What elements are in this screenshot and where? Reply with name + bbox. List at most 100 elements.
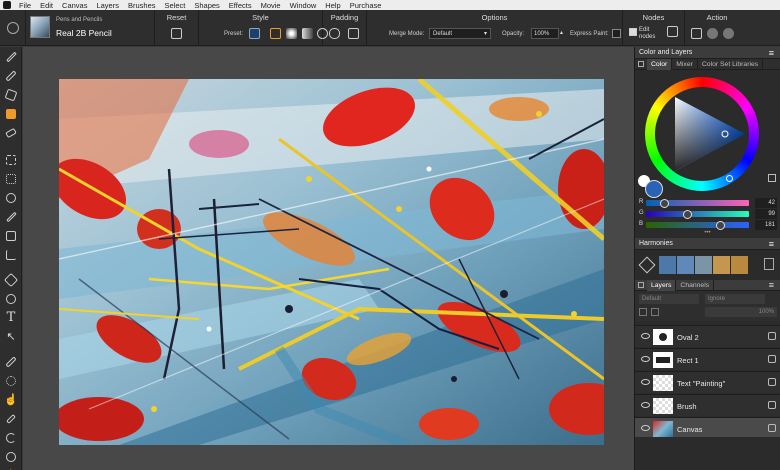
crop-tool[interactable] (0, 245, 22, 264)
layer-lock-icon[interactable] (768, 424, 776, 432)
color-options-icon[interactable] (768, 174, 776, 182)
magic-wand-tool[interactable] (0, 207, 22, 226)
padding-box-icon[interactable] (348, 28, 359, 39)
panel-grip-icon[interactable]: ••• (635, 230, 780, 238)
harmony-swatch[interactable] (713, 256, 731, 274)
menu-purchase[interactable]: Purchase (350, 1, 382, 10)
ignore-select[interactable]: Ignore (705, 294, 765, 304)
express-paint-checkbox[interactable] (612, 29, 621, 38)
save-action-icon[interactable] (691, 28, 702, 39)
layer-row-canvas[interactable]: Canvas (635, 417, 780, 437)
layer-lock-icon[interactable] (768, 401, 776, 409)
shape-tool[interactable] (0, 289, 22, 308)
menu-window[interactable]: Window (290, 1, 317, 10)
opacity-input[interactable]: 100% (531, 28, 559, 39)
slider-green-value[interactable]: 99 (755, 209, 777, 219)
preset-icon[interactable] (249, 28, 260, 39)
menu-edit[interactable]: Edit (40, 1, 53, 10)
tab-layers[interactable]: Layers (647, 279, 677, 291)
lasso-tool[interactable] (0, 188, 22, 207)
menu-file[interactable]: File (19, 1, 31, 10)
layer-lock-icon[interactable] (768, 378, 776, 386)
abstract-painting[interactable] (59, 79, 604, 445)
brush-selector[interactable]: Pens and Pencils Real 2B Pencil (26, 10, 155, 46)
layers-menu-icon[interactable]: ≡ (769, 280, 774, 290)
text-tool[interactable]: T (0, 308, 22, 327)
harmonies-menu-icon[interactable]: ≡ (769, 239, 774, 249)
slider-green-track[interactable] (646, 211, 749, 217)
panel-expand-icon[interactable] (638, 61, 644, 67)
lock-layer-icon[interactable] (651, 308, 659, 316)
slider-red[interactable]: R 42 (639, 198, 779, 208)
slider-green-knob[interactable] (683, 209, 692, 219)
style-gradient-icon[interactable] (302, 28, 313, 39)
layer-lock-icon[interactable] (768, 355, 776, 363)
harmony-swatch[interactable] (731, 256, 749, 274)
merge-mode-select[interactable]: Default ▾ (429, 28, 491, 39)
canvas-area[interactable] (23, 47, 634, 470)
node-tool-icon[interactable] (667, 26, 678, 37)
confirm-icon[interactable] (707, 28, 718, 39)
layer-row-oval-2[interactable]: Oval 2 (635, 325, 780, 347)
menu-movie[interactable]: Movie (261, 1, 281, 10)
slider-blue-knob[interactable] (716, 220, 725, 230)
visibility-eye-icon[interactable] (641, 379, 650, 385)
transform-tool[interactable] (0, 226, 22, 245)
zoom-tool[interactable] (0, 447, 22, 466)
rect-select-tool[interactable] (0, 169, 22, 188)
hue-ring-marker[interactable] (726, 175, 733, 182)
move-tool[interactable] (0, 150, 22, 169)
menu-layers[interactable]: Layers (96, 1, 119, 10)
slider-blue-track[interactable] (646, 222, 749, 228)
saturation-triangle[interactable] (645, 77, 759, 191)
tab-color[interactable]: Color (647, 58, 673, 70)
cancel-icon[interactable] (723, 28, 734, 39)
blur-tool[interactable] (0, 371, 22, 390)
smudge-tool[interactable]: ☝ (0, 390, 22, 409)
menu-brushes[interactable]: Brushes (128, 1, 156, 10)
slider-green[interactable]: G 99 (639, 209, 779, 219)
layers-expand-icon[interactable] (638, 282, 644, 288)
select-arrow-tool[interactable]: ↖ (0, 327, 22, 346)
hand-tool[interactable]: ✋ (0, 466, 22, 470)
slider-red-knob[interactable] (660, 198, 669, 208)
pen-tool[interactable] (0, 270, 22, 289)
menu-help[interactable]: Help (325, 1, 340, 10)
tab-channels[interactable]: Channels (676, 279, 715, 291)
tab-color-set-libraries[interactable]: Color Set Libraries (698, 58, 764, 70)
layer-lock-icon[interactable] (768, 332, 776, 340)
menu-canvas[interactable]: Canvas (62, 1, 87, 10)
menu-shapes[interactable]: Shapes (194, 1, 219, 10)
visibility-eye-icon[interactable] (641, 356, 650, 362)
eyedropper-tool[interactable] (0, 66, 22, 85)
visibility-eye-icon[interactable] (641, 333, 650, 339)
blend-mode-select[interactable]: Default (639, 294, 699, 304)
layer-row-brush[interactable]: Brush (635, 394, 780, 416)
style-square-icon[interactable] (270, 28, 281, 39)
harmony-swatch[interactable] (677, 256, 695, 274)
slider-red-value[interactable]: 42 (755, 198, 777, 208)
opacity-stepper-icon[interactable]: ▴ (560, 28, 567, 39)
visibility-eye-icon[interactable] (641, 402, 650, 408)
harmony-lock-icon[interactable] (764, 258, 774, 270)
brush-tool[interactable] (0, 47, 22, 66)
slider-blue[interactable]: B 181 (639, 220, 779, 230)
menu-effects[interactable]: Effects (229, 1, 252, 10)
padding-link-icon[interactable] (329, 28, 340, 39)
harmony-rule-icon[interactable] (638, 256, 656, 274)
layer-row-text-painting[interactable]: Text "Painting" (635, 371, 780, 393)
style-soft-icon[interactable] (286, 28, 297, 39)
color-swatch-tool[interactable] (0, 104, 22, 123)
menu-select[interactable]: Select (165, 1, 186, 10)
harmony-swatch[interactable] (659, 256, 677, 274)
slider-blue-value[interactable]: 181 (755, 220, 777, 230)
panel-menu-icon[interactable]: ≡ (769, 48, 774, 58)
tool-switch-icon[interactable] (7, 22, 19, 34)
dodge-tool[interactable] (0, 409, 22, 428)
clone-tool[interactable] (0, 352, 22, 371)
harmony-swatch[interactable] (695, 256, 713, 274)
fill-tool[interactable] (0, 85, 22, 104)
visibility-eye-icon[interactable] (641, 425, 650, 431)
edit-nodes-checkbox[interactable] (629, 28, 637, 36)
lock-transparency-icon[interactable] (639, 308, 647, 316)
